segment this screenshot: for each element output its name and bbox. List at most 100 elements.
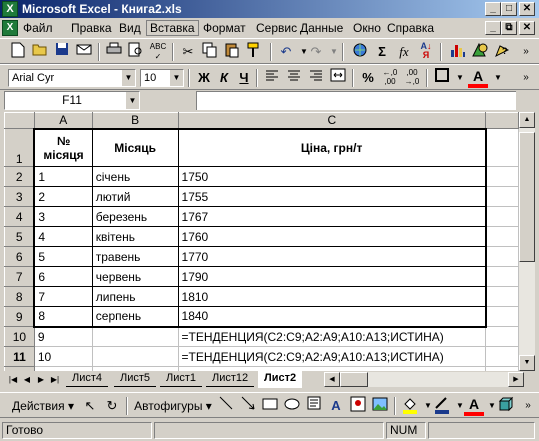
print-icon[interactable]	[104, 42, 124, 62]
font-name-select[interactable]: Arial Cyr ▼	[8, 69, 136, 87]
grid-cell[interactable]	[485, 226, 519, 247]
chevron-down-icon[interactable]: ▼	[125, 92, 139, 109]
grid-cell[interactable]	[91, 346, 179, 367]
redo-dropdown-icon[interactable]: ▼	[324, 42, 344, 62]
grid-cell[interactable]	[485, 286, 519, 307]
last-sheet-icon[interactable]: ▶|	[48, 372, 62, 387]
toolbar-options-icon[interactable]: »	[516, 42, 536, 62]
oval-icon[interactable]	[282, 396, 302, 416]
align-right-icon[interactable]	[306, 68, 326, 88]
help-icon[interactable]: ?	[492, 42, 512, 62]
free-rotate-icon[interactable]: ↻	[102, 396, 122, 416]
grid-cell[interactable]: 2	[33, 186, 93, 207]
grid-cell[interactable]: =ТЕНДЕНЦИЯ(C2:C9;A2:A9;A10:A13;ИСТИНА)	[177, 326, 487, 347]
rectangle-icon[interactable]	[260, 396, 280, 416]
close-button[interactable]: ✕	[519, 2, 535, 16]
percent-button[interactable]: %	[358, 68, 378, 88]
grid-cell[interactable]: 8	[33, 306, 93, 328]
font-size-select[interactable]: 10 ▼	[140, 69, 184, 87]
menu-window[interactable]: Окно	[350, 20, 384, 36]
save-icon[interactable]	[52, 42, 72, 62]
open-icon[interactable]	[30, 42, 50, 62]
grid-cell[interactable]: 1755	[177, 186, 487, 207]
italic-button[interactable]: К	[214, 68, 234, 88]
sheet-tab[interactable]: Лист12	[206, 371, 255, 387]
decrease-decimal-icon[interactable]: ,00 →,0	[402, 68, 422, 88]
actions-menu-button[interactable]: Действия ▾	[8, 396, 78, 416]
excel-app-icon[interactable]: X	[2, 1, 18, 17]
copy-icon[interactable]	[200, 42, 220, 62]
picture-icon[interactable]	[370, 396, 390, 416]
header-cell-price[interactable]: Ціна, грн/т	[177, 127, 487, 167]
column-header-next[interactable]	[485, 112, 519, 129]
grid-cell[interactable]	[485, 246, 519, 267]
grid-cell[interactable]	[485, 346, 519, 367]
sheet-tab-active[interactable]: Лист2	[258, 371, 303, 388]
fill-color-icon[interactable]	[400, 396, 420, 416]
row-header[interactable]: 3	[4, 186, 35, 207]
prev-sheet-icon[interactable]: ◀	[20, 372, 34, 387]
select-objects-icon[interactable]: ↖	[80, 396, 100, 416]
scroll-thumb[interactable]	[340, 372, 368, 387]
grid-cell[interactable]: червень	[91, 266, 179, 287]
autoshapes-menu-button[interactable]: Автофигуры ▾	[132, 396, 214, 416]
grid-cell[interactable]: 4	[33, 226, 93, 247]
row-header[interactable]: 6	[4, 246, 35, 267]
spelling-icon[interactable]: ABC ✓	[148, 42, 168, 62]
menu-data[interactable]: Данные	[297, 20, 346, 36]
redo-icon[interactable]: ↷	[306, 42, 326, 62]
print-preview-icon[interactable]	[126, 42, 146, 62]
column-header-a[interactable]: A	[33, 112, 93, 129]
horizontal-scrollbar[interactable]: ◀ ▶	[324, 372, 524, 387]
toolbar-options-icon[interactable]: »	[516, 68, 536, 88]
grid-cell[interactable]: квітень	[91, 226, 179, 247]
doc-restore-button[interactable]: ⧉	[501, 21, 517, 35]
row-header[interactable]: 5	[4, 226, 35, 247]
format-painter-icon[interactable]	[244, 42, 264, 62]
grid-cell[interactable]: 1767	[177, 206, 487, 227]
row-header[interactable]: 11	[4, 346, 35, 367]
grid-cell[interactable]: лютий	[91, 186, 179, 207]
row-header[interactable]: 9	[4, 306, 35, 327]
undo-icon[interactable]: ↶	[276, 42, 296, 62]
grid-cell[interactable]	[485, 128, 519, 167]
vertical-scrollbar[interactable]: ▲ ▼	[519, 112, 535, 371]
grid-cell[interactable]: 7	[33, 286, 93, 307]
autosum-icon[interactable]: Σ	[372, 42, 392, 62]
grid-cell[interactable]: 3	[33, 206, 93, 227]
column-header-c[interactable]: C	[177, 112, 487, 129]
menu-file[interactable]: Файл	[20, 20, 56, 36]
scroll-thumb[interactable]	[519, 132, 535, 262]
chevron-down-icon[interactable]: ▼	[169, 70, 183, 86]
grid-cell[interactable]: липень	[91, 286, 179, 307]
grid-cell[interactable]	[485, 306, 519, 327]
new-icon[interactable]	[8, 42, 28, 62]
grid-cell[interactable]: 1760	[177, 226, 487, 247]
row-header[interactable]: 10	[4, 326, 35, 347]
next-sheet-icon[interactable]: ▶	[34, 372, 48, 387]
font-color-icon[interactable]: A	[468, 68, 488, 88]
underline-button[interactable]: Ч	[234, 68, 254, 88]
scroll-up-icon[interactable]: ▲	[519, 112, 535, 128]
menu-edit[interactable]: Правка	[68, 20, 115, 36]
grid-cell[interactable]: 5	[33, 246, 93, 267]
menu-format[interactable]: Формат	[200, 20, 249, 36]
grid-cell[interactable]: серпень	[91, 306, 179, 328]
row-header[interactable]: 1	[4, 128, 35, 167]
scroll-right-icon[interactable]: ▶	[508, 372, 524, 387]
row-header[interactable]: 2	[4, 166, 35, 187]
menu-view[interactable]: Вид	[116, 20, 144, 36]
grid-cell[interactable]	[485, 206, 519, 227]
grid-cell[interactable]	[485, 166, 519, 187]
worksheet-grid[interactable]: A B C 1 № місяця Місяць Ціна, грн/т 2 1 сі…	[4, 112, 519, 371]
column-header-b[interactable]: B	[91, 112, 179, 129]
sheet-tab[interactable]: Лист4	[66, 371, 109, 387]
header-cell-month[interactable]: Місяць	[91, 127, 179, 167]
increase-decimal-icon[interactable]: ←,0,00	[380, 68, 400, 88]
grid-cell[interactable]: 1750	[177, 166, 487, 187]
toolbar-options-icon[interactable]: »	[518, 396, 538, 416]
row-header[interactable]: 8	[4, 286, 35, 307]
arrow-icon[interactable]	[238, 396, 258, 416]
grid-cell[interactable]: 1770	[177, 246, 487, 267]
clipart-icon[interactable]	[348, 396, 368, 416]
